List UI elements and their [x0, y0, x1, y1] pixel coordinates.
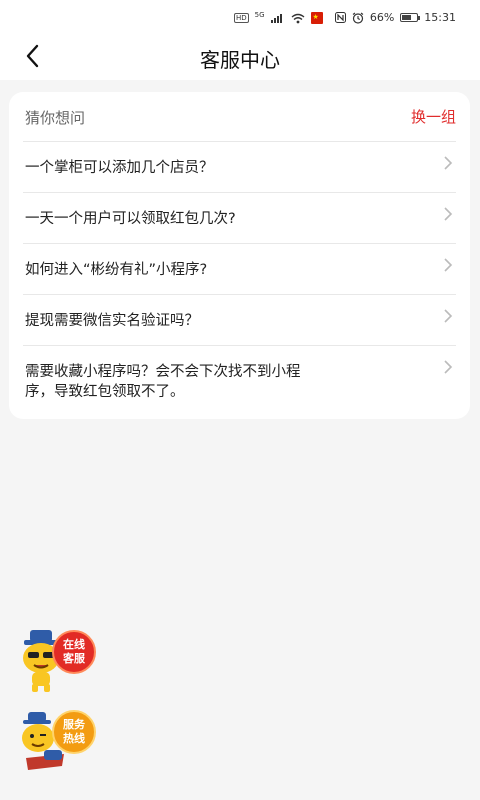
faq-question-text: 如何进入“彬纷有礼”小程序? — [25, 262, 208, 278]
chevron-right-icon — [444, 156, 453, 170]
page-title: 客服中心 — [200, 48, 280, 72]
refresh-questions-button[interactable]: 换一组 — [411, 106, 456, 127]
nfc-icon — [334, 12, 346, 23]
online-service-label-line1: 在线 — [63, 638, 85, 651]
faq-section-title: 猜你想问 — [25, 109, 86, 127]
faq-question-list: 一个掌柜可以添加几个店员？ 一天一个用户可以领取红包几次? 如何进入“彬纷有礼”… — [23, 142, 456, 418]
online-service-label-line2: 客服 — [63, 652, 85, 665]
status-bar: HD 5G 66% 15:31 — [0, 0, 480, 34]
wifi-icon — [291, 13, 304, 23]
faq-question-text: 一个掌柜可以添加几个店员？ — [25, 160, 214, 176]
service-hotline-button[interactable]: 服务 热线 — [18, 706, 98, 778]
faq-question-item[interactable]: 如何进入“彬纷有礼”小程序? — [23, 244, 456, 295]
faq-card: 猜你想问 换一组 一个掌柜可以添加几个店员？ 一天一个用户可以领取红包几次? 如… — [9, 92, 470, 419]
chevron-right-icon — [444, 258, 453, 272]
app-notification-icon — [310, 12, 323, 24]
hotline-label-line1: 服务 — [63, 718, 85, 731]
signal-icon — [270, 13, 285, 23]
online-service-button[interactable]: 在线 客服 — [18, 626, 98, 698]
clock: 15:31 — [424, 11, 456, 24]
chevron-right-icon — [444, 360, 453, 374]
alarm-icon — [352, 12, 364, 24]
hd-badge: HD — [234, 13, 249, 23]
faq-question-item[interactable]: 一天一个用户可以领取红包几次? — [23, 193, 456, 244]
faq-question-item[interactable]: 一个掌柜可以添加几个店员？ — [23, 142, 456, 193]
battery-icon — [400, 13, 421, 22]
faq-question-text: 需要收藏小程序吗？会不会下次找不到小程序，导致红包领取不了。 — [25, 364, 301, 400]
chevron-right-icon — [444, 309, 453, 323]
faq-question-item[interactable]: 提现需要微信实名验证吗？ — [23, 295, 456, 346]
battery-percent: 66% — [369, 11, 395, 24]
network-label: 5G — [254, 11, 265, 19]
hotline-badge: 服务 热线 — [52, 710, 96, 754]
faq-question-item[interactable]: 需要收藏小程序吗？会不会下次找不到小程序，导致红包领取不了。 — [23, 346, 456, 418]
status-right-icons: 66% 15:31 — [334, 11, 456, 24]
status-left-icons: HD 5G — [234, 11, 323, 24]
hotline-label-line2: 热线 — [63, 732, 85, 745]
nav-bar: 客服中心 — [0, 34, 480, 80]
faq-card-header: 猜你想问 换一组 — [23, 92, 456, 142]
faq-question-text: 一天一个用户可以领取红包几次? — [25, 211, 236, 227]
faq-question-text: 提现需要微信实名验证吗？ — [25, 313, 199, 329]
chevron-right-icon — [444, 207, 453, 221]
online-service-badge: 在线 客服 — [52, 630, 96, 674]
